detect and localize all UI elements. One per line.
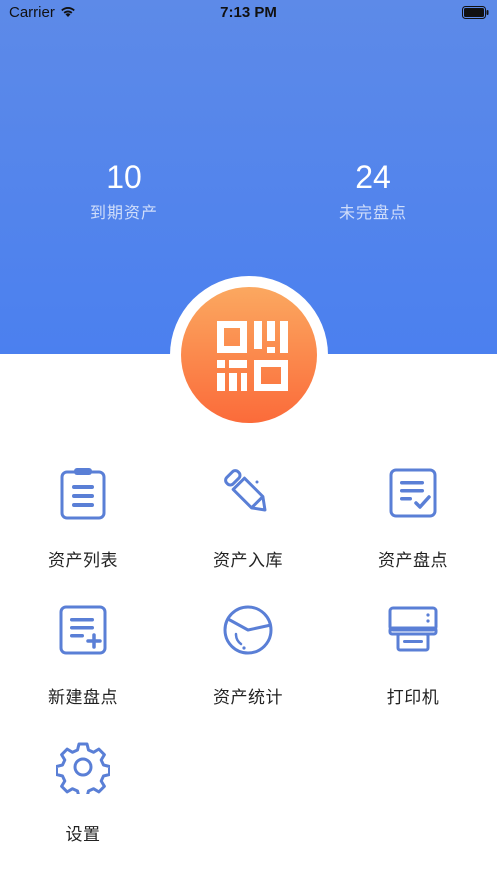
menu-settings-label: 设置 [65, 825, 101, 845]
menu-asset-inventory-label: 资产盘点 [378, 551, 448, 571]
menu-asset-stock-in-label: 资产入库 [213, 551, 283, 571]
scan-button[interactable] [170, 276, 328, 434]
document-add-icon [59, 605, 107, 655]
home-screen: Carrier 7:13 PM 10 到期资产 24 未完盘点 资产列表 资产入… [0, 0, 497, 883]
unfinished-inventory-label: 未完盘点 [338, 203, 407, 222]
menu-asset-inventory[interactable]: 资产盘点 [353, 466, 473, 586]
status-bar: Carrier 7:13 PM [0, 0, 497, 28]
menu-new-inventory-label: 新建盘点 [48, 688, 118, 708]
printer-icon [388, 606, 438, 652]
clipboard-list-icon [60, 468, 106, 520]
unfinished-inventory-stat[interactable]: 24 未完盘点 [303, 158, 443, 224]
expired-assets-label: 到期资产 [89, 203, 158, 222]
menu-asset-list-label: 资产列表 [48, 551, 118, 571]
gear-icon [56, 742, 110, 794]
expired-assets-count: 10 [106, 159, 142, 195]
menu-asset-statistics-label: 资产统计 [213, 688, 283, 708]
clock: 7:13 PM [220, 4, 277, 21]
menu-settings[interactable]: 设置 [23, 740, 143, 860]
menu-asset-statistics[interactable]: 资产统计 [188, 603, 308, 723]
expired-assets-stat[interactable]: 10 到期资产 [54, 158, 194, 224]
document-check-icon [389, 468, 437, 518]
menu-asset-list[interactable]: 资产列表 [23, 466, 143, 586]
qr-scan-icon [217, 321, 288, 391]
pie-chart-icon [223, 605, 273, 655]
pencil-icon [224, 469, 267, 512]
battery-icon [462, 6, 489, 19]
menu-printer[interactable]: 打印机 [353, 603, 473, 723]
unfinished-inventory-count: 24 [355, 159, 391, 195]
menu-asset-stock-in[interactable]: 资产入库 [188, 466, 308, 586]
scan-button-face [181, 287, 317, 423]
menu-new-inventory[interactable]: 新建盘点 [23, 603, 143, 723]
menu-printer-label: 打印机 [386, 688, 440, 708]
